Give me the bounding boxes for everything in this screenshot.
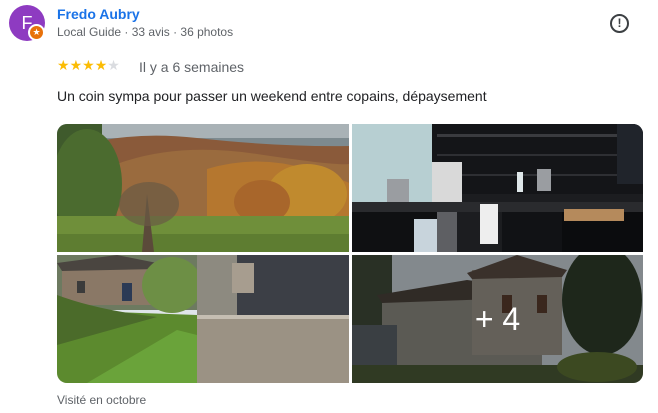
report-icon[interactable]: ! [610,14,629,33]
more-photos-overlay[interactable]: + 4 [352,255,643,383]
star-rating: ★★★★★ [57,57,120,74]
photo-stone-house[interactable]: + 4 [352,255,643,383]
local-guide-star-icon: ★ [28,24,45,41]
review-text: Un coin sympa pour passer un weekend ent… [57,88,487,104]
star-filled-icon: ★ [82,57,95,73]
photo-kitchen-image [352,124,643,252]
photo-garden-houses-image [57,255,349,383]
photo-autumn-forest[interactable] [57,124,349,252]
reviewer-meta: Local Guide · 33 avis · 36 photos [57,25,234,39]
star-filled-icon: ★ [94,57,108,73]
star-filled-icon: ★ [69,57,83,73]
star-filled-icon: ★ [57,57,70,73]
reviewer-name[interactable]: Fredo Aubry [57,6,140,22]
star-empty-icon: ★ [107,57,120,73]
photo-autumn-forest-image [57,124,349,252]
visit-date: Visité en octobre [57,393,147,407]
review-date: Il y a 6 semaines [139,59,245,75]
photo-garden-houses[interactable] [57,255,349,383]
photo-kitchen[interactable] [352,124,643,252]
